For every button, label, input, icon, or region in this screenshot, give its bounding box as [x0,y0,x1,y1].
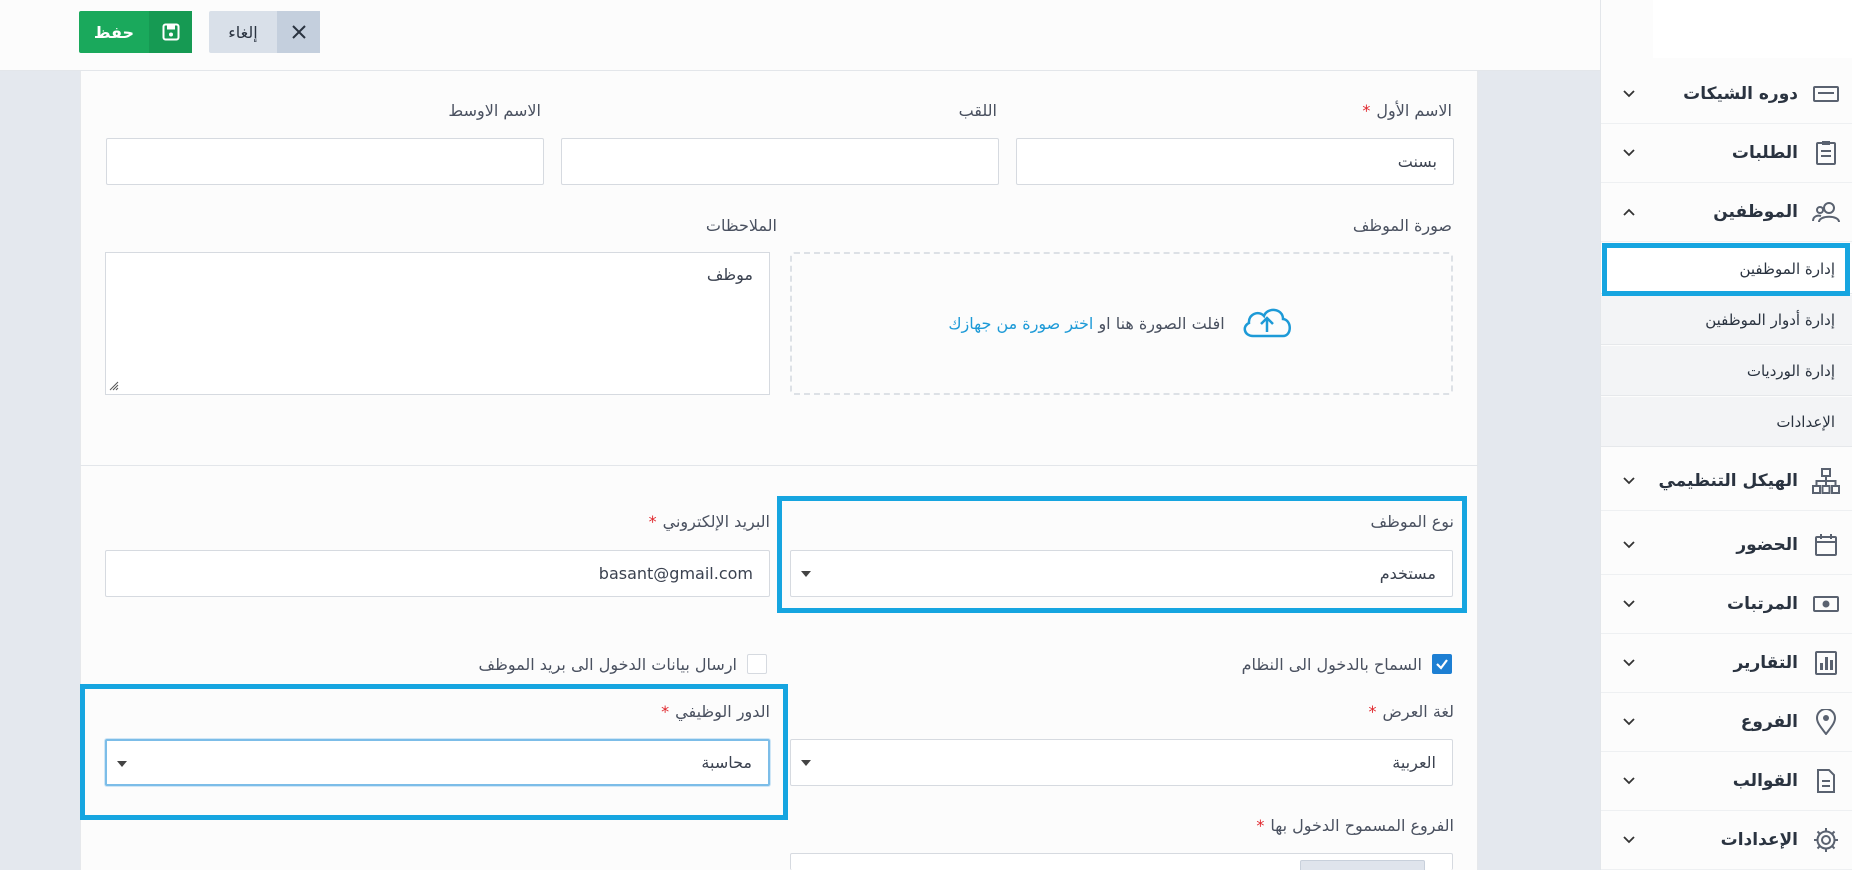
highlight-manage-employees [1602,243,1850,296]
check-card-icon [1811,79,1841,109]
display-language-select[interactable]: العربية [790,739,1453,786]
allow-login-label: السماح بالدخول الى النظام [1241,655,1422,674]
logo-area [1653,0,1852,58]
sidebar-item-label: الهيكل التنظيمي [1658,471,1798,491]
document-icon [1811,766,1841,796]
gear-icon [1811,825,1841,855]
location-pin-icon [1811,707,1841,737]
sidebar-item-label: دوره الشيكات [1683,84,1798,104]
sidebar-item-label: الحضور [1736,535,1798,555]
dropzone-text: افلت الصورة هنا او اختر صورة من جهازك [948,314,1225,333]
sidebar-item-checks-cycle[interactable]: دوره الشيكات [1601,65,1852,124]
chevron-down-icon [1619,712,1639,732]
email-label: البريد الإلكتروني* [648,512,770,531]
cancel-button[interactable]: إلغاء [209,11,320,53]
chevron-down-icon [1619,84,1639,104]
first-name-input[interactable]: بسنت [1016,138,1454,185]
send-credentials-label: ارسال بيانات الدخول الى بريد الموظف [478,655,737,674]
last-name-label: اللقب [958,101,997,120]
save-button[interactable]: حفظ [79,11,192,53]
calendar-icon [1811,530,1841,560]
section-divider [80,465,1478,466]
chevron-down-icon [1619,771,1639,791]
sidebar-item-label: التقارير [1733,653,1798,673]
sidebar-subitem-label: الإعدادات [1776,412,1835,431]
notes-value: موظف [706,265,753,284]
sidebar-item-label: الإعدادات [1720,830,1798,850]
notes-textarea[interactable]: موظف [105,252,770,395]
sidebar-item-settings[interactable]: الإعدادات [1601,811,1852,870]
employee-photo-label: صورة الموظف [1352,216,1452,235]
sidebar-subitem-manage-roles[interactable]: إدارة أدوار الموظفين [1601,295,1852,345]
users-icon [1811,197,1841,227]
sidebar: دوره الشيكات الطلبات الموظفين إدارة المو… [1600,0,1852,870]
checkmark-icon [1436,659,1448,670]
sidebar-item-payroll[interactable]: المرتبات [1601,575,1852,634]
top-toolbar: حفظ إلغاء [0,0,1600,71]
branch-tag[interactable] [1300,860,1425,870]
sidebar-item-label: الفروع [1740,712,1798,732]
display-language-label: لغة العرض* [1368,702,1454,721]
sidebar-item-branches[interactable]: الفروع [1601,693,1852,752]
allowed-branches-label: الفروع المسموح الدخول بها* [1256,816,1454,835]
sidebar-item-org-structure[interactable]: الهيكل التنظيمي [1601,452,1852,511]
sidebar-subitem-label: إدارة أدوار الموظفين [1705,310,1835,329]
sidebar-subitem-manage-shifts[interactable]: إدارة الورديات [1601,346,1852,396]
sidebar-item-templates[interactable]: القوالب [1601,752,1852,811]
middle-name-label: الاسم الاوسط [448,101,541,120]
chevron-down-icon [1619,653,1639,673]
save-label: حفظ [93,22,135,42]
floppy-disk-icon [149,11,192,53]
sidebar-item-reports[interactable]: التقارير [1601,634,1852,693]
sidebar-subitem-settings[interactable]: الإعدادات [1601,397,1852,447]
allow-login-checkbox[interactable] [1432,654,1452,674]
chevron-down-icon [1619,143,1639,163]
chevron-up-icon [1619,202,1639,222]
chevron-down-icon [1619,471,1639,491]
bar-chart-icon [1811,648,1841,678]
clipboard-icon [1811,138,1841,168]
sidebar-item-attendance[interactable]: الحضور [1601,516,1852,575]
chevron-down-icon [1619,535,1639,555]
sidebar-item-label: الطلبات [1731,143,1798,163]
first-name-label: الاسم الأول* [1362,101,1452,120]
sidebar-item-label: الموظفين [1713,202,1798,222]
last-name-input[interactable] [561,138,999,185]
send-credentials-checkbox[interactable] [747,654,767,674]
cancel-label: إلغاء [228,22,258,42]
resize-grip-icon[interactable] [109,381,119,391]
notes-label: الملاحظات [705,216,777,235]
sidebar-item-label: القوالب [1732,771,1798,791]
choose-photo-link[interactable]: اختر صورة من جهازك [948,314,1093,333]
sidebar-item-employees[interactable]: الموظفين [1601,183,1852,242]
photo-dropzone[interactable]: افلت الصورة هنا او اختر صورة من جهازك [790,252,1453,395]
highlight-job-role [80,684,788,820]
org-chart-icon [1811,466,1841,496]
highlight-employee-type [777,496,1467,613]
close-icon [277,11,320,53]
email-input[interactable]: basant@gmail.com [105,550,770,597]
sidebar-item-label: المرتبات [1727,594,1798,614]
middle-name-input[interactable] [106,138,544,185]
sidebar-item-requests[interactable]: الطلبات [1601,124,1852,183]
chevron-down-icon [1619,830,1639,850]
sidebar-subitem-label: إدارة الورديات [1746,361,1835,380]
money-icon [1811,589,1841,619]
cloud-upload-icon [1239,302,1295,346]
chevron-down-icon [1619,594,1639,614]
